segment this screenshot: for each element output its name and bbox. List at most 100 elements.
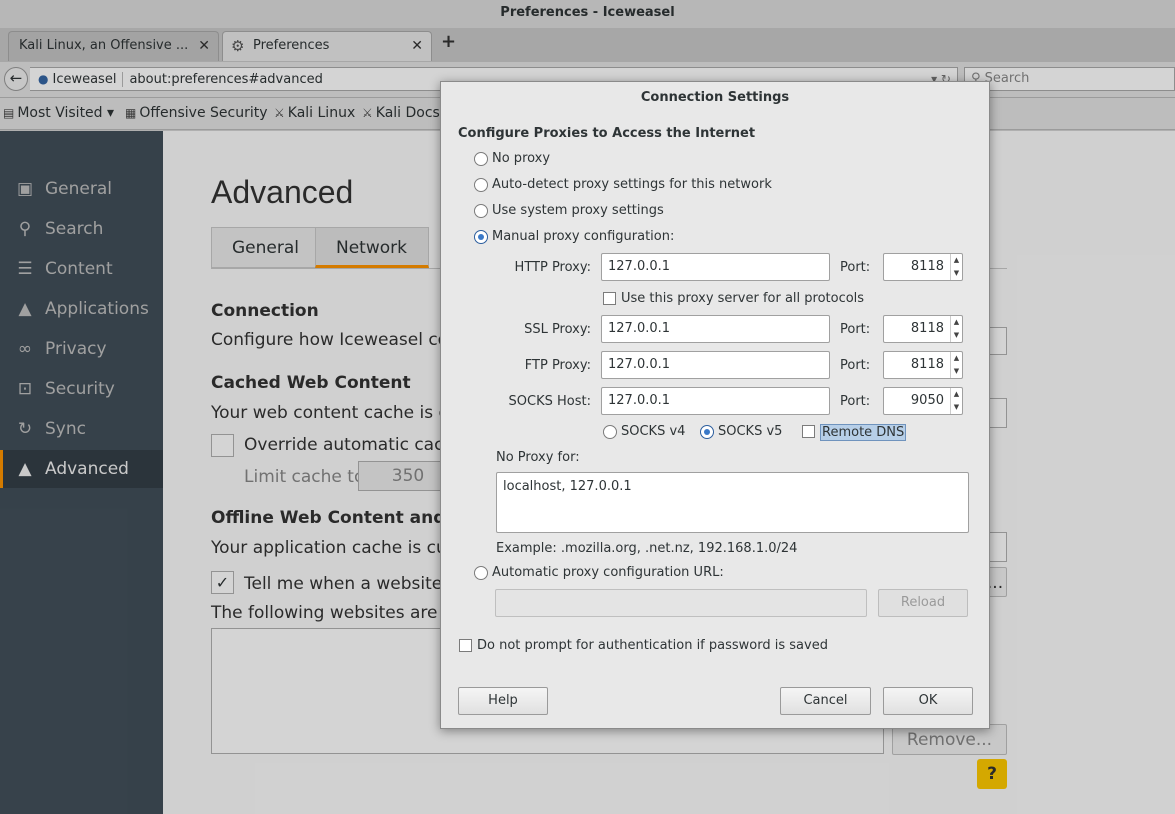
- socks-v4-radio[interactable]: SOCKS v4: [603, 424, 685, 442]
- remote-dns-checkbox[interactable]: Remote DNS: [802, 424, 907, 442]
- window-title: Preferences - Iceweasel: [0, 0, 1175, 28]
- no-proxy-example: Example: .mozilla.org, .net.nz, 192.168.…: [496, 541, 798, 556]
- new-tab-plus-icon[interactable]: +: [441, 31, 456, 52]
- offline-description: Your application cache is curr: [211, 538, 461, 558]
- tab-general[interactable]: General: [211, 227, 316, 268]
- http-proxy-label: HTTP Proxy:: [514, 260, 591, 275]
- socks-host-label: SOCKS Host:: [508, 394, 591, 409]
- sidebar-item-advanced[interactable]: ▲ Advanced: [0, 450, 163, 488]
- mask-icon: ∞: [17, 339, 33, 359]
- port-spinner-icon[interactable]: ▲ ▼: [950, 352, 962, 378]
- offsec-icon: ▦: [125, 106, 137, 120]
- connection-description: Configure how Iceweasel con: [211, 330, 459, 350]
- preferences-sidebar: ▣ General ⚲ Search ☰ Content ▲ Applications …: [0, 131, 163, 814]
- no-prompt-auth-checkbox[interactable]: Do not prompt for authentication if pass…: [459, 638, 828, 656]
- socks-port-input[interactable]: 9050 ▲ ▼: [883, 387, 963, 415]
- limit-cache-label: Limit cache to: [244, 467, 365, 487]
- help-button[interactable]: ?: [977, 759, 1007, 789]
- ok-button[interactable]: OK: [883, 687, 973, 715]
- page-title: Advanced: [211, 174, 354, 210]
- cancel-button[interactable]: Cancel: [780, 687, 871, 715]
- search-input[interactable]: ⚲ Search: [964, 67, 1175, 91]
- cache-description: Your web content cache is cu: [211, 403, 459, 423]
- sidebar-item-search[interactable]: ⚲ Search: [0, 210, 163, 248]
- sync-icon: ↻: [17, 419, 33, 439]
- dialog-title: Connection Settings: [640, 90, 790, 105]
- ssl-proxy-input[interactable]: 127.0.0.1: [601, 315, 830, 343]
- no-proxy-for-label: No Proxy for:: [496, 450, 580, 465]
- reload-button[interactable]: Reload: [878, 589, 968, 617]
- port-spinner-icon[interactable]: ▲ ▼: [950, 388, 962, 414]
- system-proxy-radio[interactable]: Use system proxy settings: [474, 203, 664, 221]
- radio-button[interactable]: [474, 178, 488, 192]
- tell-me-checkbox[interactable]: ✓: [211, 571, 234, 594]
- auto-config-url-input[interactable]: [495, 589, 867, 617]
- search-placeholder: Search: [984, 71, 1030, 86]
- close-tab-icon[interactable]: ✕: [411, 32, 423, 60]
- socks-port-label: Port:: [840, 394, 871, 409]
- sidebar-item-privacy[interactable]: ∞ Privacy: [0, 330, 163, 368]
- sidebar-item-applications[interactable]: ▲ Applications: [0, 290, 163, 328]
- help-button[interactable]: Help: [458, 687, 548, 715]
- bookmark-kali-linux[interactable]: ⚔ Kali Linux: [274, 98, 355, 129]
- kali-dragon-icon: ⚔: [362, 106, 373, 120]
- manual-proxy-radio[interactable]: Manual proxy configuration:: [474, 229, 674, 247]
- ftp-port-label: Port:: [840, 358, 871, 373]
- general-icon: ▣: [16, 179, 34, 199]
- sidebar-item-sync[interactable]: ↻ Sync: [0, 410, 163, 448]
- port-spinner-icon[interactable]: ▲ ▼: [950, 254, 962, 280]
- http-port-input[interactable]: 8118 ▲ ▼: [883, 253, 963, 281]
- tell-me-label: Tell me when a website a: [244, 574, 459, 594]
- radio-button[interactable]: [474, 152, 488, 166]
- radio-button[interactable]: [474, 566, 488, 580]
- sidebar-item-content[interactable]: ☰ Content: [0, 250, 163, 288]
- lock-icon: ⊡: [17, 379, 33, 399]
- override-cache-checkbox[interactable]: [211, 434, 234, 457]
- http-proxy-input[interactable]: 127.0.0.1: [601, 253, 830, 281]
- tab-label: Preferences: [253, 38, 330, 53]
- ssl-proxy-label: SSL Proxy:: [524, 322, 591, 337]
- ftp-port-input[interactable]: 8118 ▲ ▼: [883, 351, 963, 379]
- sidebar-item-general[interactable]: ▣ General: [0, 170, 163, 208]
- bookmark-most-visited[interactable]: ▤ Most Visited ▾: [3, 98, 114, 129]
- all-protocols-checkbox[interactable]: Use this proxy server for all protocols: [603, 291, 864, 309]
- auto-config-url-radio[interactable]: Automatic proxy configuration URL:: [474, 565, 724, 583]
- port-spinner-icon[interactable]: ▲ ▼: [950, 316, 962, 342]
- search-icon: ⚲: [18, 219, 32, 239]
- ssl-port-input[interactable]: 8118 ▲ ▼: [883, 315, 963, 343]
- radio-button[interactable]: [603, 425, 617, 439]
- socks-host-input[interactable]: 127.0.0.1: [601, 387, 830, 415]
- radio-button[interactable]: [474, 204, 488, 218]
- checkbox[interactable]: [802, 425, 815, 438]
- checkbox[interactable]: [603, 292, 616, 305]
- back-arrow-icon[interactable]: ←: [4, 67, 28, 91]
- tab-label: Kali Linux, an Offensive ...: [19, 38, 189, 53]
- following-websites-label: The following websites are a: [211, 603, 454, 623]
- sidebar-item-security[interactable]: ⊡ Security: [0, 370, 163, 408]
- checkbox[interactable]: [459, 639, 472, 652]
- no-proxy-for-textarea[interactable]: localhost, 127.0.0.1: [496, 472, 969, 533]
- content-icon: ☰: [17, 259, 33, 279]
- socks-v5-radio[interactable]: SOCKS v5: [700, 424, 782, 442]
- tab-preferences[interactable]: ⚙ Preferences ✕: [222, 31, 432, 61]
- ftp-proxy-input[interactable]: 127.0.0.1: [601, 351, 830, 379]
- connection-header: Connection: [211, 301, 319, 321]
- radio-button-selected[interactable]: [474, 230, 488, 244]
- tab-bar: Kali Linux, an Offensive ... ✕ ⚙ Prefere…: [0, 28, 1175, 62]
- no-proxy-radio[interactable]: No proxy: [474, 151, 550, 169]
- dialog-heading: Configure Proxies to Access the Internet: [458, 126, 756, 141]
- tab-kali-linux[interactable]: Kali Linux, an Offensive ... ✕: [8, 31, 219, 61]
- rocket-icon: ▲: [18, 299, 32, 319]
- close-tab-icon[interactable]: ✕: [198, 32, 210, 60]
- url-text[interactable]: about:preferences#advanced: [129, 72, 322, 87]
- offline-header: Offline Web Content and: [211, 508, 446, 528]
- tab-network[interactable]: Network: [315, 227, 429, 268]
- override-cache-label: Override automatic cache: [244, 435, 465, 455]
- kali-dragon-icon: ⚔: [274, 106, 285, 120]
- auto-detect-radio[interactable]: Auto-detect proxy settings for this netw…: [474, 177, 772, 195]
- bookmark-kali-docs[interactable]: ⚔ Kali Docs: [362, 98, 440, 129]
- bookmark-offensive-security[interactable]: ▦ Offensive Security: [125, 98, 268, 129]
- globe-icon: ●: [38, 72, 49, 86]
- radio-button-selected[interactable]: [700, 425, 714, 439]
- site-identity[interactable]: Iceweasel: [52, 72, 124, 87]
